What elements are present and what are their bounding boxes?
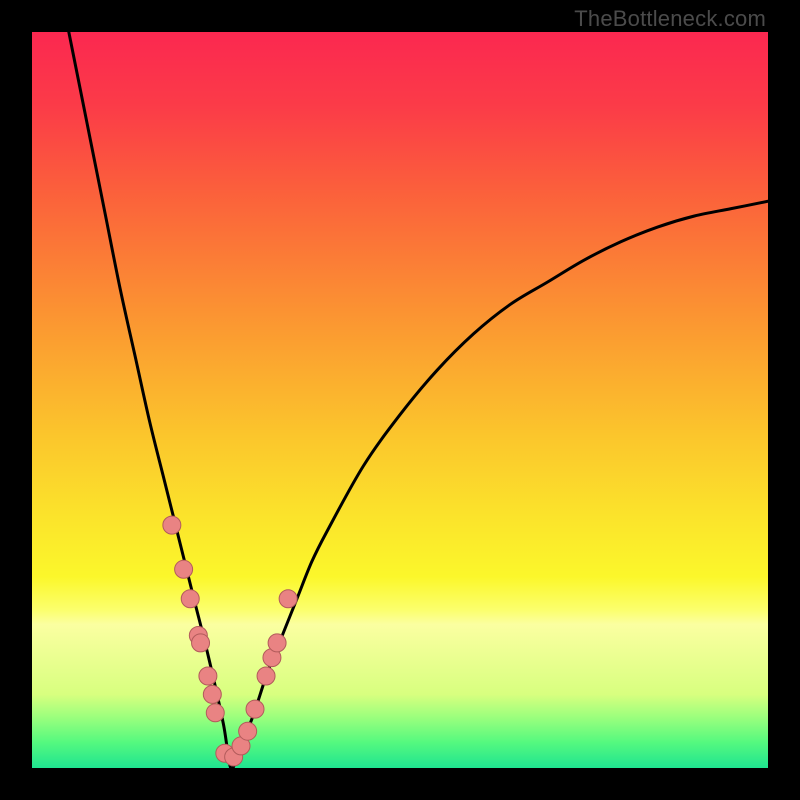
sample-dot: [181, 590, 199, 608]
sample-dot: [257, 667, 275, 685]
plot-area: [32, 32, 768, 768]
chart-frame: TheBottleneck.com: [0, 0, 800, 800]
chart-svg: [32, 32, 768, 768]
sample-dot: [203, 685, 221, 703]
sample-dot: [239, 722, 257, 740]
sample-dot: [163, 516, 181, 534]
sample-dot: [175, 560, 193, 578]
sample-dot: [246, 700, 264, 718]
sample-dot: [199, 667, 217, 685]
sample-dot: [279, 590, 297, 608]
sample-dot: [206, 704, 224, 722]
bottleneck-curve: [69, 32, 768, 768]
sample-dot: [268, 634, 286, 652]
sample-dot: [192, 634, 210, 652]
watermark-text: TheBottleneck.com: [574, 6, 766, 32]
